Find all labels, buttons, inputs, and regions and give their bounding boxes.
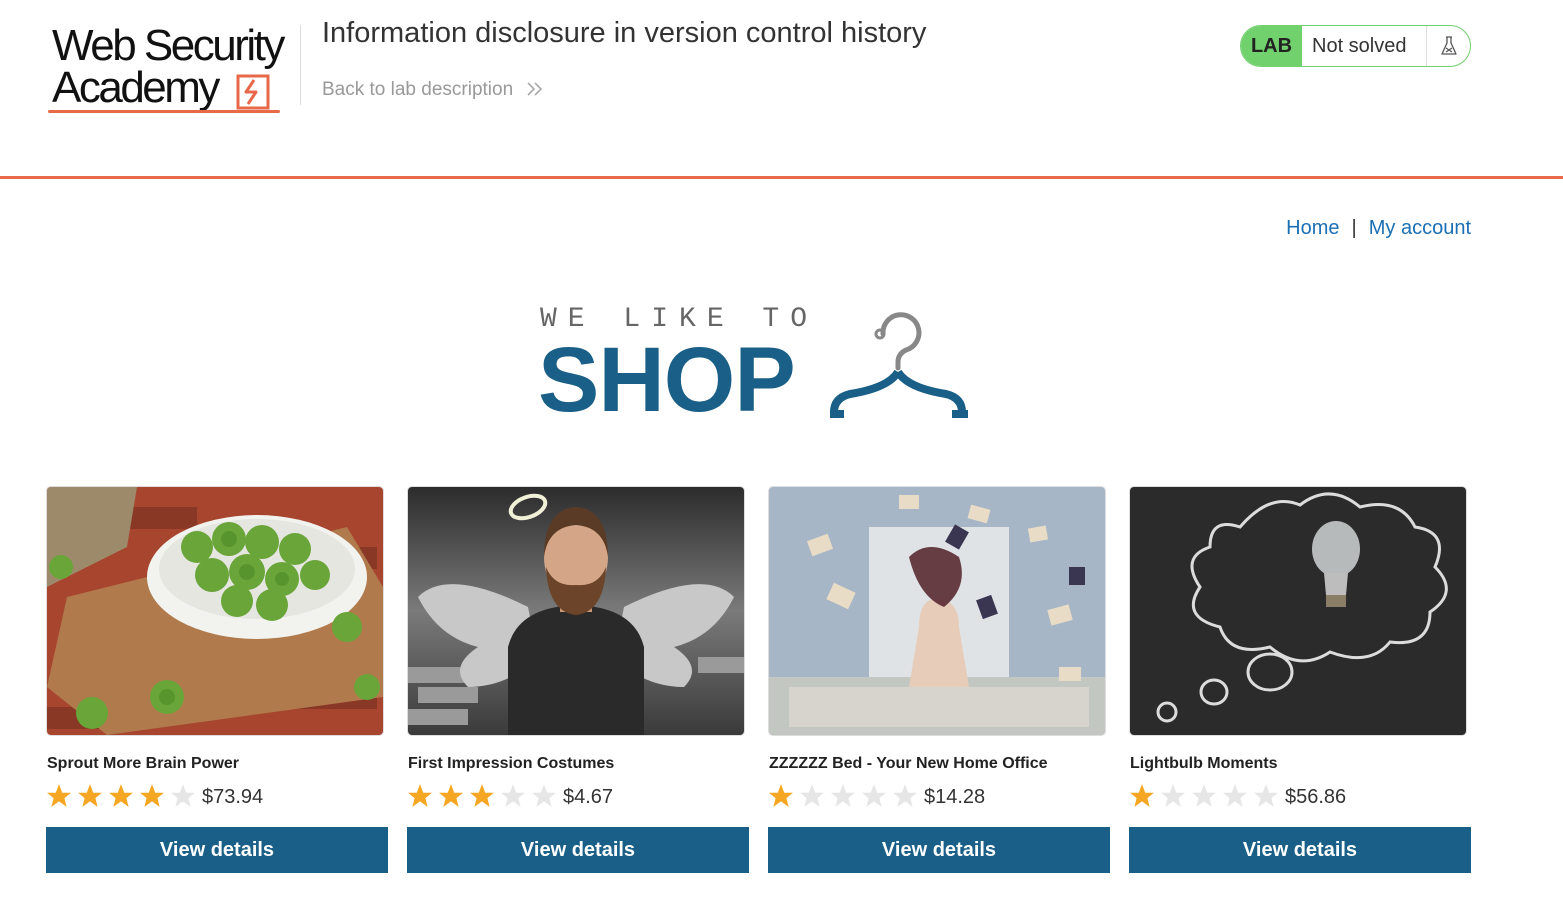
star-filled-icon	[1130, 784, 1154, 807]
star-empty-icon	[831, 784, 855, 807]
star-filled-icon	[470, 784, 494, 807]
star-empty-icon	[862, 784, 886, 807]
star-filled-icon	[78, 784, 102, 807]
web-security-academy-logo[interactable]: Web Security Academy	[48, 20, 298, 115]
product-image-sprouts[interactable]	[47, 487, 383, 735]
product-image-costume[interactable]	[408, 487, 744, 735]
top-navigation: Home | My account	[1286, 217, 1471, 240]
product-rating: $73.94	[46, 783, 263, 809]
logo-text-line2: Academy	[52, 63, 220, 112]
star-empty-icon	[893, 784, 917, 807]
product-card: First Impression Costumes $4.67 View det…	[407, 487, 749, 873]
header-divider	[300, 25, 301, 105]
product-card: Lightbulb Moments $56.86 View details	[1129, 487, 1471, 873]
product-image-bed[interactable]	[769, 487, 1105, 735]
star-empty-icon	[1192, 784, 1216, 807]
star-empty-icon	[1161, 784, 1185, 807]
product-rating: $4.67	[407, 783, 613, 809]
lab-status-widget: LAB Not solved	[1240, 25, 1471, 67]
home-link[interactable]: Home	[1286, 217, 1339, 239]
lab-title: Information disclosure in version contro…	[322, 17, 927, 49]
star-empty-icon	[1223, 784, 1247, 807]
lab-badge: LAB	[1241, 26, 1302, 66]
lightning-bolt-icon	[236, 74, 270, 110]
logo-underline	[48, 110, 280, 113]
product-price: $73.94	[202, 785, 264, 808]
product-card: ZZZZZZ Bed - Your New Home Office $14.28…	[768, 487, 1110, 873]
star-empty-icon	[171, 784, 195, 807]
academy-header: Web Security Academy Information disclos…	[0, 0, 1563, 179]
back-to-lab-description-link[interactable]: Back to lab description	[322, 79, 544, 101]
nav-separator: |	[1351, 217, 1357, 239]
star-empty-icon	[501, 784, 525, 807]
product-price: $14.28	[924, 785, 986, 808]
back-link-label: Back to lab description	[322, 79, 514, 100]
lab-status-text: Not solved	[1312, 34, 1407, 57]
shop-banner: WE LIKE TO SHOP	[538, 300, 983, 431]
star-filled-icon	[140, 784, 164, 807]
star-empty-icon	[532, 784, 556, 807]
product-price: $56.86	[1285, 785, 1347, 808]
star-filled-icon	[769, 784, 793, 807]
star-empty-icon	[800, 784, 824, 807]
view-details-button[interactable]: View details	[407, 827, 749, 873]
view-details-button[interactable]: View details	[46, 827, 388, 873]
logo-text-line1: Web Security	[52, 21, 285, 70]
product-name: First Impression Costumes	[408, 755, 615, 772]
star-filled-icon	[47, 784, 71, 807]
star-filled-icon	[408, 784, 432, 807]
view-details-button[interactable]: View details	[768, 827, 1110, 873]
my-account-link[interactable]: My account	[1369, 217, 1471, 239]
product-image-lightbulb[interactable]	[1130, 487, 1466, 735]
flask-icon	[1426, 26, 1470, 66]
clothes-hanger-icon	[830, 312, 968, 418]
view-details-button[interactable]: View details	[1129, 827, 1471, 873]
product-name: Lightbulb Moments	[1130, 755, 1278, 772]
star-empty-icon	[1254, 784, 1278, 807]
product-rating: $14.28	[768, 783, 985, 809]
banner-shop-title: SHOP	[538, 329, 796, 431]
double-chevron-right-icon	[527, 82, 543, 96]
product-name: ZZZZZZ Bed - Your New Home Office	[769, 755, 1048, 772]
product-card: Sprout More Brain Power $73.94 View deta…	[46, 487, 388, 873]
star-filled-icon	[109, 784, 133, 807]
product-rating: $56.86	[1129, 783, 1346, 809]
product-price: $4.67	[563, 785, 614, 808]
product-name: Sprout More Brain Power	[47, 755, 240, 772]
star-filled-icon	[439, 784, 463, 807]
